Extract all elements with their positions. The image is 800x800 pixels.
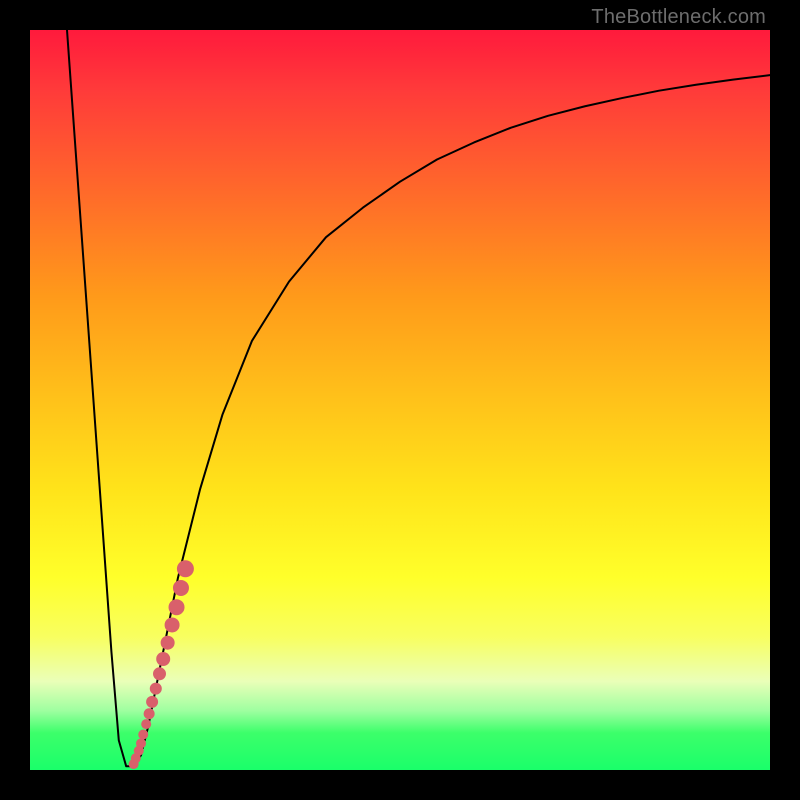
marker-dot [169,599,185,615]
marker-dot [144,708,155,719]
curve-layer [67,30,770,766]
watermark-text: TheBottleneck.com [591,6,766,29]
marker-dot [161,636,175,650]
plot-area [30,30,770,770]
chart-svg [30,30,770,770]
marker-layer [129,560,194,769]
marker-dot [165,617,180,632]
curve-path [67,30,770,766]
marker-dot [177,560,194,577]
marker-dot [153,667,166,680]
marker-dot [129,759,139,769]
marker-dot [173,580,189,596]
marker-dot [156,652,170,666]
marker-dot [136,738,146,748]
marker-dot [134,746,144,756]
marker-dot [150,683,162,695]
marker-dot [138,729,148,739]
chart-frame: TheBottleneck.com [0,0,800,800]
marker-dot [131,753,141,763]
marker-dot [146,696,158,708]
marker-dot [141,719,151,729]
